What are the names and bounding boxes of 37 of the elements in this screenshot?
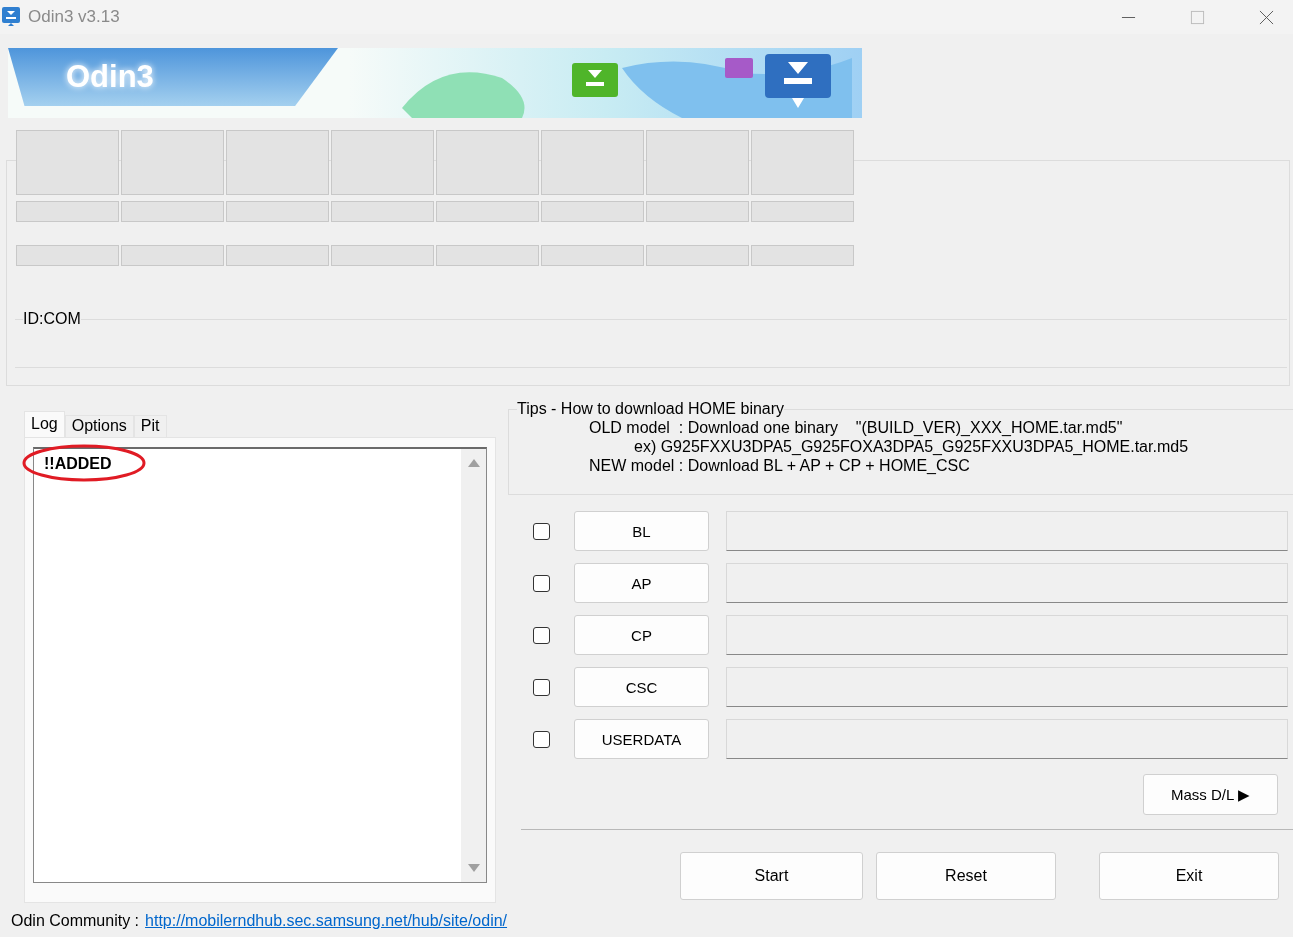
action-button[interactable]: Start [680,852,863,900]
scroll-up-icon[interactable] [467,459,480,467]
checkbox[interactable] [533,522,550,540]
checkbox[interactable] [533,574,550,592]
file-button[interactable]: USERDATA [574,719,709,759]
tip-line: NEW model : Download BL + AP + CP + HOME_CSC [589,456,971,475]
id-com-label: ID:COM [23,310,81,328]
file-button[interactable]: AP [574,563,709,603]
file-path-field[interactable] [726,511,1288,551]
action-button[interactable]: Reset [876,852,1056,900]
community-label: Odin Community : [11,912,140,930]
tab[interactable]: Log [24,411,65,437]
file-button[interactable]: CP [574,615,709,655]
tip-line: OLD model : Download one binary "(BUILD_VER)_XXX_HOME.tar.md5" [589,418,1124,437]
checkbox[interactable] [533,678,550,696]
checkbox[interactable] [533,626,550,644]
tab[interactable]: Options [64,415,134,437]
tip-line: ex) G925FXXU3DPA5_G925FOXA3DPA5_G925FXXU3DPA5_HOME.tar.md5 [633,437,1190,456]
window-title: Odin3 v3.13 [28,7,120,27]
file-button[interactable]: CSC [574,667,709,707]
action-button[interactable]: Exit [1099,852,1279,900]
scrollbar[interactable] [461,449,486,882]
scroll-down-icon[interactable] [467,864,480,872]
banner-logo-ribbon: Odin3 [8,48,338,106]
file-button[interactable]: BL [574,511,709,551]
mass-download-button[interactable]: Mass D/L ▶ [1143,774,1278,815]
tab[interactable]: Pit [133,415,167,437]
log-line: !!ADDED [44,455,113,473]
tips-title: Tips - How to download HOME binary [517,400,785,418]
file-path-field[interactable] [726,719,1288,759]
file-path-field[interactable] [726,667,1288,707]
file-path-field[interactable] [726,563,1288,603]
community-link[interactable]: http://mobilerndhub.sec.samsung.net/hub/site/odin/ [145,912,508,930]
maximize-icon[interactable] [1190,9,1205,25]
file-path-field[interactable] [726,615,1288,655]
checkbox[interactable] [533,730,550,748]
close-icon[interactable] [1259,9,1274,25]
